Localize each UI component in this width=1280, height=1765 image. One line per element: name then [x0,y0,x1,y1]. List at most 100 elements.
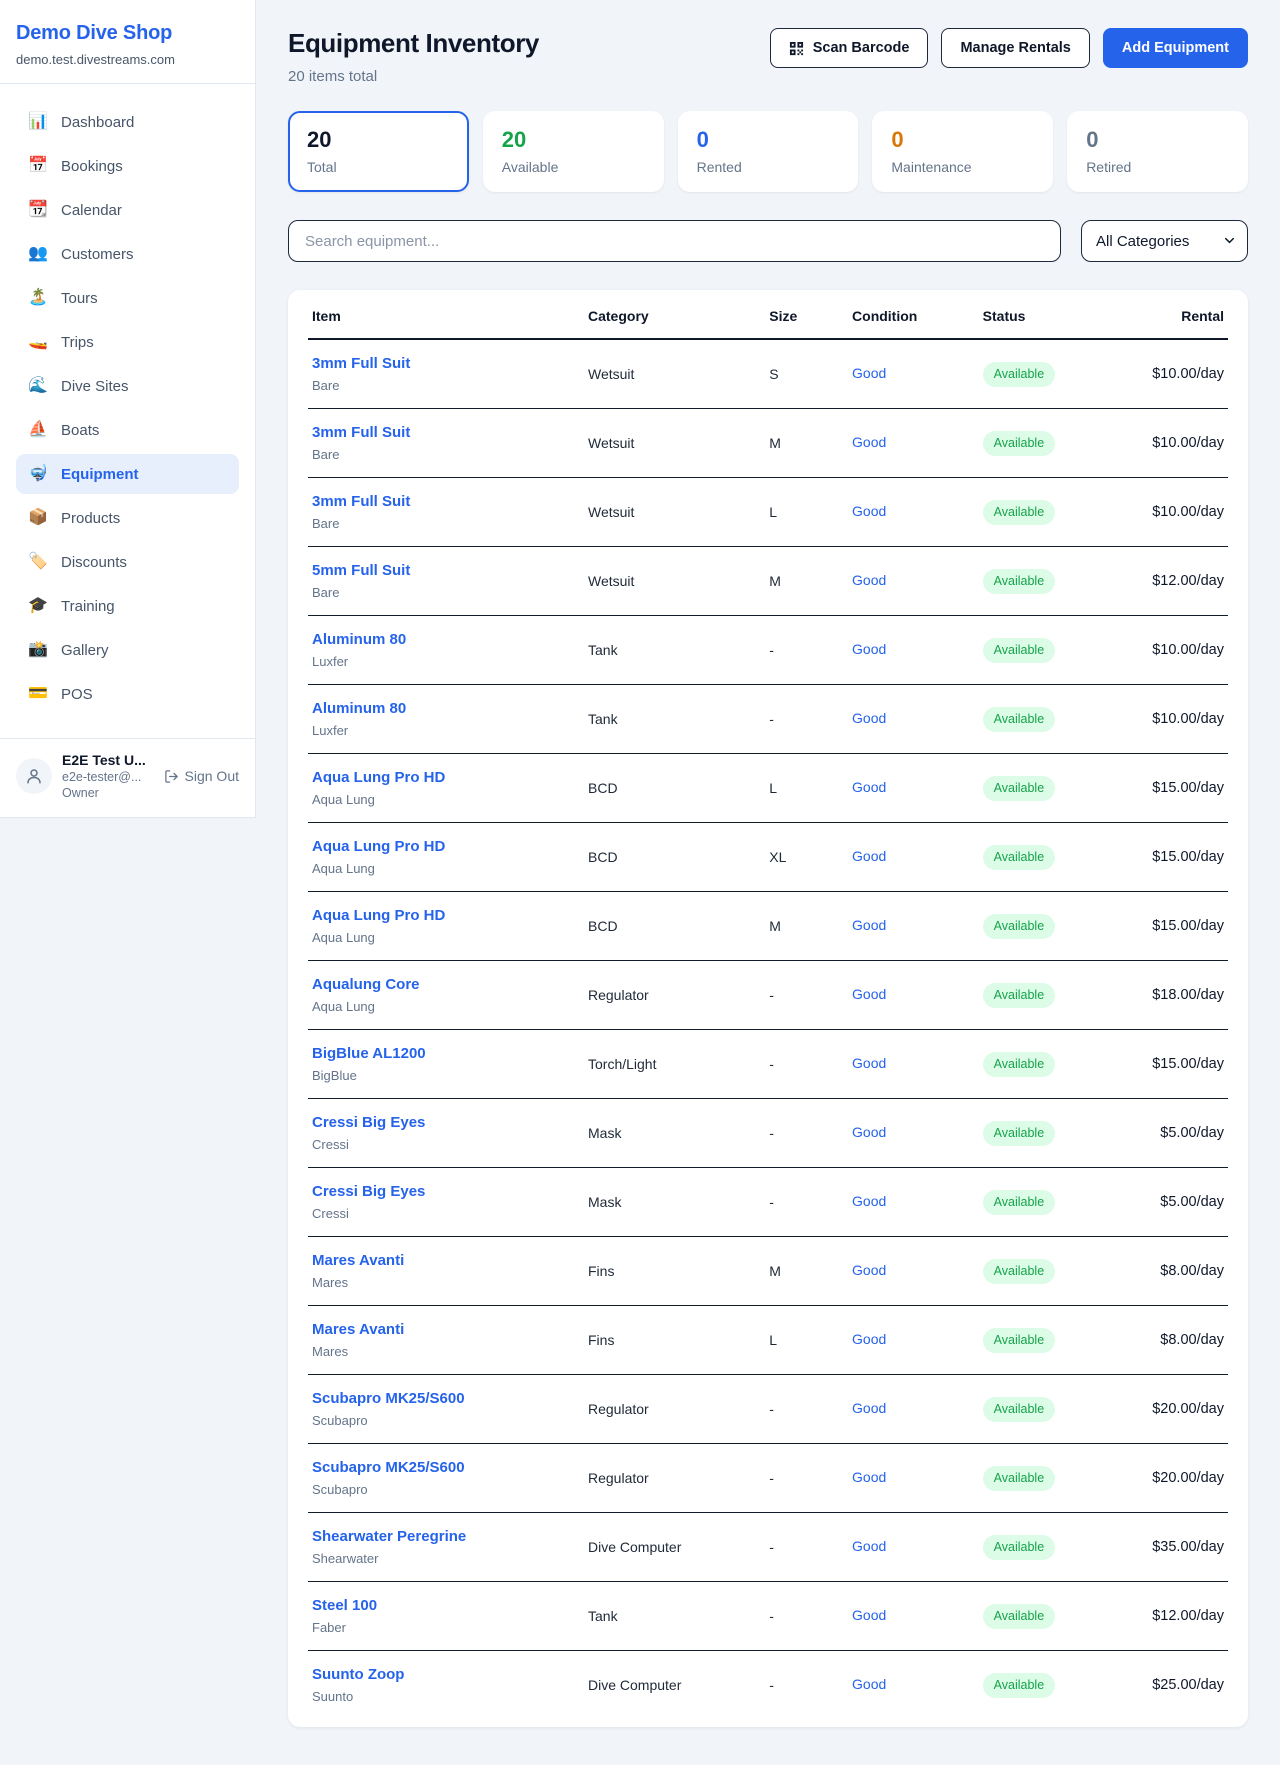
sign-out-button[interactable]: Sign Out [164,768,239,784]
cell-category: BCD [584,754,765,823]
item-link[interactable]: Scubapro MK25/S600 [312,1458,580,1478]
condition-link[interactable]: Good [852,1607,886,1623]
sidebar-item-discounts[interactable]: 🏷️ Discounts [16,542,239,582]
category-select[interactable]: All Categories [1081,220,1248,262]
condition-link[interactable]: Good [852,434,886,450]
condition-link[interactable]: Good [852,1262,886,1278]
table-row-3mm-full-suit[interactable]: 3mm Full Suit Bare Wetsuit M Good Availa… [308,409,1228,478]
condition-link[interactable]: Good [852,503,886,519]
condition-link[interactable]: Good [852,779,886,795]
nav-label: Calendar [61,202,122,219]
sidebar-item-boats[interactable]: ⛵ Boats [16,410,239,450]
cell-size: - [765,961,848,1030]
item-link[interactable]: BigBlue AL1200 [312,1044,580,1064]
table-row-mares-avanti[interactable]: Mares Avanti Mares Fins L Good Available… [308,1306,1228,1375]
scan-barcode-button[interactable]: Scan Barcode [770,28,929,68]
condition-link[interactable]: Good [852,1331,886,1347]
table-row-suunto-zoop[interactable]: Suunto Zoop Suunto Dive Computer - Good … [308,1651,1228,1720]
item-link[interactable]: Aqua Lung Pro HD [312,906,580,926]
sidebar-item-bookings[interactable]: 📅 Bookings [16,146,239,186]
item-link[interactable]: Aqua Lung Pro HD [312,768,580,788]
condition-link[interactable]: Good [852,986,886,1002]
stats-row: 20 Total 20 Available 0 Rented 0 Mainten… [288,111,1248,192]
item-link[interactable]: Mares Avanti [312,1320,580,1340]
item-link[interactable]: 3mm Full Suit [312,492,580,512]
item-link[interactable]: Suunto Zoop [312,1665,580,1685]
table-row-bigblue-al1200[interactable]: BigBlue AL1200 BigBlue Torch/Light - Goo… [308,1030,1228,1099]
item-link[interactable]: 5mm Full Suit [312,561,580,581]
stat-card-retired[interactable]: 0 Retired [1067,111,1248,192]
table-row-aqualung-core[interactable]: Aqualung Core Aqua Lung Regulator - Good… [308,961,1228,1030]
sidebar-item-equipment[interactable]: 🤿 Equipment [16,454,239,494]
table-row-aqua-lung-pro-hd[interactable]: Aqua Lung Pro HD Aqua Lung BCD L Good Av… [308,754,1228,823]
stat-card-available[interactable]: 20 Available [483,111,664,192]
cell-size: S [765,339,848,409]
condition-link[interactable]: Good [852,1124,886,1140]
condition-link[interactable]: Good [852,1676,886,1692]
table-row-scubapro-mk25-s600[interactable]: Scubapro MK25/S600 Scubapro Regulator - … [308,1375,1228,1444]
table-row-scubapro-mk25-s600[interactable]: Scubapro MK25/S600 Scubapro Regulator - … [308,1444,1228,1513]
cell-rental: $12.00/day [1108,1582,1228,1651]
cell-rental: $5.00/day [1108,1168,1228,1237]
sidebar-item-tours[interactable]: 🏝️ Tours [16,278,239,318]
item-link[interactable]: 3mm Full Suit [312,423,580,443]
item-link[interactable]: Shearwater Peregrine [312,1527,580,1547]
condition-link[interactable]: Good [852,1193,886,1209]
brand-title[interactable]: Demo Dive Shop [16,22,239,45]
stat-card-total[interactable]: 20 Total [288,111,469,192]
table-row-cressi-big-eyes[interactable]: Cressi Big Eyes Cressi Mask - Good Avail… [308,1168,1228,1237]
search-input[interactable] [288,220,1061,262]
item-link[interactable]: Aqualung Core [312,975,580,995]
sidebar-item-dashboard[interactable]: 📊 Dashboard [16,102,239,142]
condition-link[interactable]: Good [852,572,886,588]
item-link[interactable]: Aqua Lung Pro HD [312,837,580,857]
condition-link[interactable]: Good [852,848,886,864]
table-row-3mm-full-suit[interactable]: 3mm Full Suit Bare Wetsuit L Good Availa… [308,478,1228,547]
add-equipment-button[interactable]: Add Equipment [1103,28,1248,68]
condition-link[interactable]: Good [852,1400,886,1416]
table-row-shearwater-peregrine[interactable]: Shearwater Peregrine Shearwater Dive Com… [308,1513,1228,1582]
sidebar-item-trips[interactable]: 🚤 Trips [16,322,239,362]
table-row-5mm-full-suit[interactable]: 5mm Full Suit Bare Wetsuit M Good Availa… [308,547,1228,616]
item-link[interactable]: Mares Avanti [312,1251,580,1271]
nav-label: Training [61,598,115,615]
sidebar-item-customers[interactable]: 👥 Customers [16,234,239,274]
item-link[interactable]: Cressi Big Eyes [312,1182,580,1202]
cell-rental: $15.00/day [1108,823,1228,892]
item-link[interactable]: Aluminum 80 [312,699,580,719]
table-row-3mm-full-suit[interactable]: 3mm Full Suit Bare Wetsuit S Good Availa… [308,339,1228,409]
sidebar-item-products[interactable]: 📦 Products [16,498,239,538]
item-link[interactable]: Cressi Big Eyes [312,1113,580,1133]
table-row-aqua-lung-pro-hd[interactable]: Aqua Lung Pro HD Aqua Lung BCD M Good Av… [308,892,1228,961]
condition-link[interactable]: Good [852,710,886,726]
sidebar-item-dive-sites[interactable]: 🌊 Dive Sites [16,366,239,406]
item-link[interactable]: 3mm Full Suit [312,354,580,374]
status-badge: Available [983,707,1056,732]
condition-link[interactable]: Good [852,1469,886,1485]
condition-link[interactable]: Good [852,1538,886,1554]
status-badge: Available [983,1328,1056,1353]
condition-link[interactable]: Good [852,917,886,933]
item-link[interactable]: Steel 100 [312,1596,580,1616]
table-row-aluminum-80[interactable]: Aluminum 80 Luxfer Tank - Good Available… [308,616,1228,685]
condition-link[interactable]: Good [852,641,886,657]
stat-card-rented[interactable]: 0 Rented [678,111,859,192]
item-link[interactable]: Scubapro MK25/S600 [312,1389,580,1409]
manage-rentals-button[interactable]: Manage Rentals [941,28,1089,68]
sidebar-item-gallery[interactable]: 📸 Gallery [16,630,239,670]
item-brand: Mares [312,1343,580,1360]
table-row-aluminum-80[interactable]: Aluminum 80 Luxfer Tank - Good Available… [308,685,1228,754]
sidebar-item-calendar[interactable]: 📆 Calendar [16,190,239,230]
cell-category: Wetsuit [584,339,765,409]
table-row-aqua-lung-pro-hd[interactable]: Aqua Lung Pro HD Aqua Lung BCD XL Good A… [308,823,1228,892]
condition-link[interactable]: Good [852,1055,886,1071]
sidebar-item-pos[interactable]: 💳 POS [16,674,239,714]
table-row-cressi-big-eyes[interactable]: Cressi Big Eyes Cressi Mask - Good Avail… [308,1099,1228,1168]
table-row-steel-100[interactable]: Steel 100 Faber Tank - Good Available $1… [308,1582,1228,1651]
item-link[interactable]: Aluminum 80 [312,630,580,650]
condition-link[interactable]: Good [852,365,886,381]
stat-card-maintenance[interactable]: 0 Maintenance [872,111,1053,192]
cell-category: Wetsuit [584,409,765,478]
sidebar-item-training[interactable]: 🎓 Training [16,586,239,626]
table-row-mares-avanti[interactable]: Mares Avanti Mares Fins M Good Available… [308,1237,1228,1306]
